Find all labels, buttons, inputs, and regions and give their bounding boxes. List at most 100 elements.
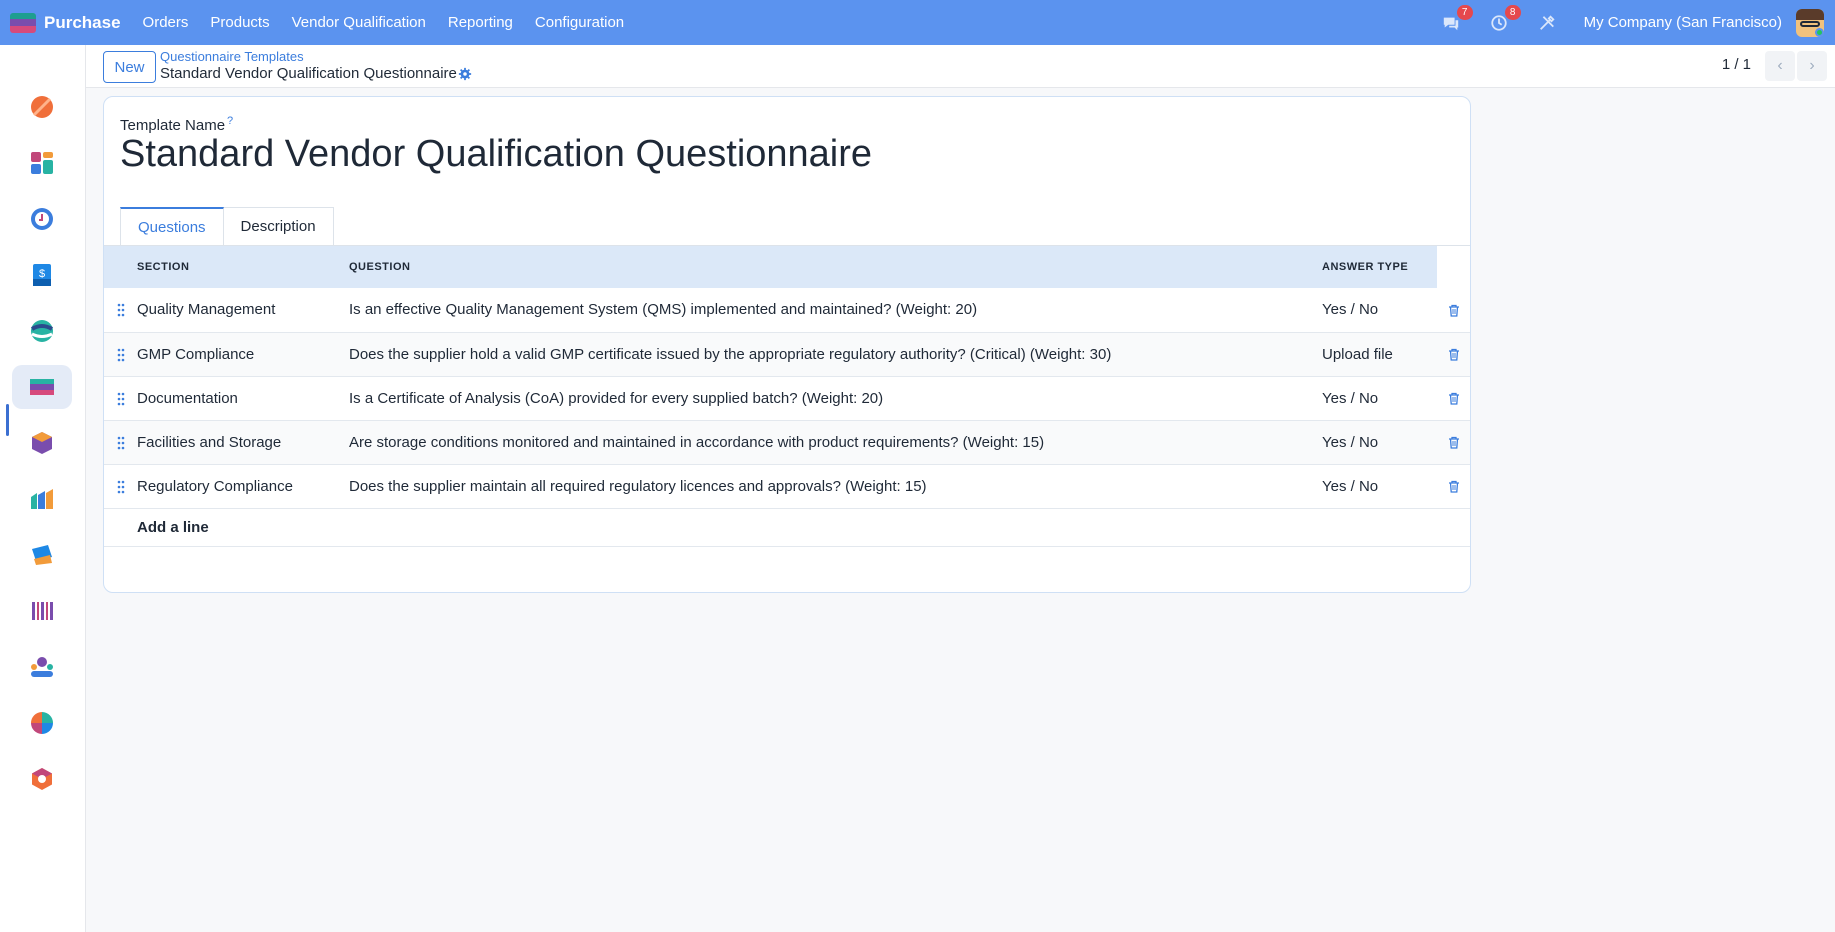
sidebar-app-clock[interactable] [12,197,72,241]
cell-question[interactable]: Is an effective Quality Management Syste… [349,288,1322,333]
breadcrumb-current: Standard Vendor Qualification Questionna… [160,65,457,82]
systray: 7 8 My Company (San Francisco) [1440,0,1835,45]
delete-row-button[interactable] [1437,464,1470,509]
activities-badge: 8 [1504,4,1521,20]
tab-description[interactable]: Description [223,207,334,245]
column-header-section[interactable]: SECTION [137,246,349,288]
inventory-app-icon [32,432,52,454]
cell-question[interactable]: Are storage conditions monitored and mai… [349,420,1322,465]
menu-vendor-qualification[interactable]: Vendor Qualification [292,14,426,31]
discuss-app-icon [31,96,53,118]
add-line-row: Add a line [104,508,1470,547]
clock-icon [1490,14,1507,31]
new-button[interactable]: New [103,51,156,83]
pager-previous-button[interactable]: ‹ [1765,51,1795,81]
invoicing-app-icon: $ [33,264,51,286]
chat-icon [1443,17,1458,30]
trash-icon [1448,304,1459,317]
menu-reporting[interactable]: Reporting [448,14,513,31]
table-header-row: SECTION QUESTION ANSWER TYPE [104,246,1470,288]
clock-app-icon [31,208,53,230]
pager-value[interactable]: 1 / 1 [1722,56,1751,73]
trash-icon [1448,480,1459,493]
pager-next-button[interactable]: › [1797,51,1827,81]
sidebar-app-quality[interactable] [12,533,72,577]
template-name-label-text: Template Name [120,117,226,134]
add-line-link[interactable]: Add a line [137,519,209,536]
company-switcher[interactable]: My Company (San Francisco) [1584,14,1782,31]
trash-icon [1448,348,1459,361]
sidebar-app-dashboard[interactable] [12,141,72,185]
main-menu: Orders Products Vendor Qualification Rep… [143,14,625,31]
cell-answer-type[interactable]: Yes / No [1322,420,1437,465]
questions-table: SECTION QUESTION ANSWER TYPE Quality Man… [104,246,1470,547]
active-app-indicator [6,404,9,436]
gear-icon[interactable] [458,67,472,81]
table-row[interactable]: Documentation Is a Certificate of Analys… [104,376,1470,421]
drag-handle-icon[interactable] [104,332,137,377]
sidebar-app-discuss[interactable] [12,85,72,129]
cell-answer-type[interactable]: Yes / No [1322,464,1437,509]
cell-question[interactable]: Does the supplier hold a valid GMP certi… [349,332,1322,377]
column-header-answer-type[interactable]: ANSWER TYPE [1322,246,1437,288]
delete-row-button[interactable] [1437,420,1470,465]
drag-handle-icon[interactable] [104,288,137,333]
drag-handle-icon[interactable] [104,376,137,421]
sidebar-app-barcode[interactable] [12,589,72,633]
template-name-field[interactable]: Standard Vendor Qualification Questionna… [120,133,872,176]
cell-section[interactable]: GMP Compliance [137,332,349,377]
form-sheet: Template Name? Standard Vendor Qualifica… [103,96,1471,593]
delete-row-button[interactable] [1437,376,1470,421]
trash-icon [1448,436,1459,449]
cell-section[interactable]: Documentation [137,376,349,421]
handle-column-header [104,246,137,288]
menu-products[interactable]: Products [210,14,269,31]
cell-section[interactable]: Regulatory Compliance [137,464,349,509]
apps-menu-icon[interactable] [10,12,36,33]
sidebar-app-crm[interactable] [12,309,72,353]
table-row[interactable]: Quality Management Is an effective Quali… [104,288,1470,333]
sidebar-app-manufacturing[interactable] [12,477,72,521]
avatar[interactable] [1796,8,1824,37]
breadcrumb-parent[interactable]: Questionnaire Templates [160,49,304,64]
table-row[interactable]: Facilities and Storage Are storage condi… [104,420,1470,465]
activities-button[interactable]: 8 [1488,4,1521,34]
sidebar-app-inventory[interactable] [12,421,72,465]
table-row[interactable]: GMP Compliance Does the supplier hold a … [104,332,1470,377]
drag-handle-icon[interactable] [104,464,137,509]
messages-button[interactable]: 7 [1440,4,1473,34]
crm-app-icon [30,320,54,342]
menu-configuration[interactable]: Configuration [535,14,624,31]
sidebar-app-purchase[interactable] [12,365,72,409]
cell-question[interactable]: Is a Certificate of Analysis (CoA) provi… [349,376,1322,421]
notebook-tabs: Questions Description [120,207,334,245]
column-header-question[interactable]: QUESTION [349,246,1322,288]
table-row[interactable]: Regulatory Compliance Does the supplier … [104,464,1470,509]
menu-orders[interactable]: Orders [143,14,189,31]
top-navbar: Purchase Orders Products Vendor Qualific… [0,0,1835,45]
delete-row-button[interactable] [1437,288,1470,333]
cell-question[interactable]: Does the supplier maintain all required … [349,464,1322,509]
sidebar-app-settings[interactable] [12,757,72,801]
sidebar-app-employees[interactable] [12,645,72,689]
debug-tools-button[interactable] [1536,12,1558,34]
tab-questions[interactable]: Questions [120,207,224,245]
employees-app-icon [31,657,53,677]
app-name[interactable]: Purchase [44,13,121,33]
cell-answer-type[interactable]: Yes / No [1322,288,1437,333]
sidebar-app-studio[interactable] [12,701,72,745]
help-tooltip-icon[interactable]: ? [227,115,233,127]
cell-section[interactable]: Facilities and Storage [137,420,349,465]
svg-text:$: $ [39,268,45,280]
cell-answer-type[interactable]: Upload file [1322,332,1437,377]
chevron-right-icon: › [1809,57,1815,74]
dashboard-app-icon [31,152,53,174]
chevron-left-icon: ‹ [1777,57,1783,74]
tools-icon [1539,14,1555,30]
drag-handle-icon[interactable] [104,420,137,465]
cell-answer-type[interactable]: Yes / No [1322,376,1437,421]
delete-row-button[interactable] [1437,332,1470,377]
sidebar-app-invoicing[interactable]: $ [12,253,72,297]
cell-section[interactable]: Quality Management [137,288,349,333]
quality-app-icon [32,545,52,565]
